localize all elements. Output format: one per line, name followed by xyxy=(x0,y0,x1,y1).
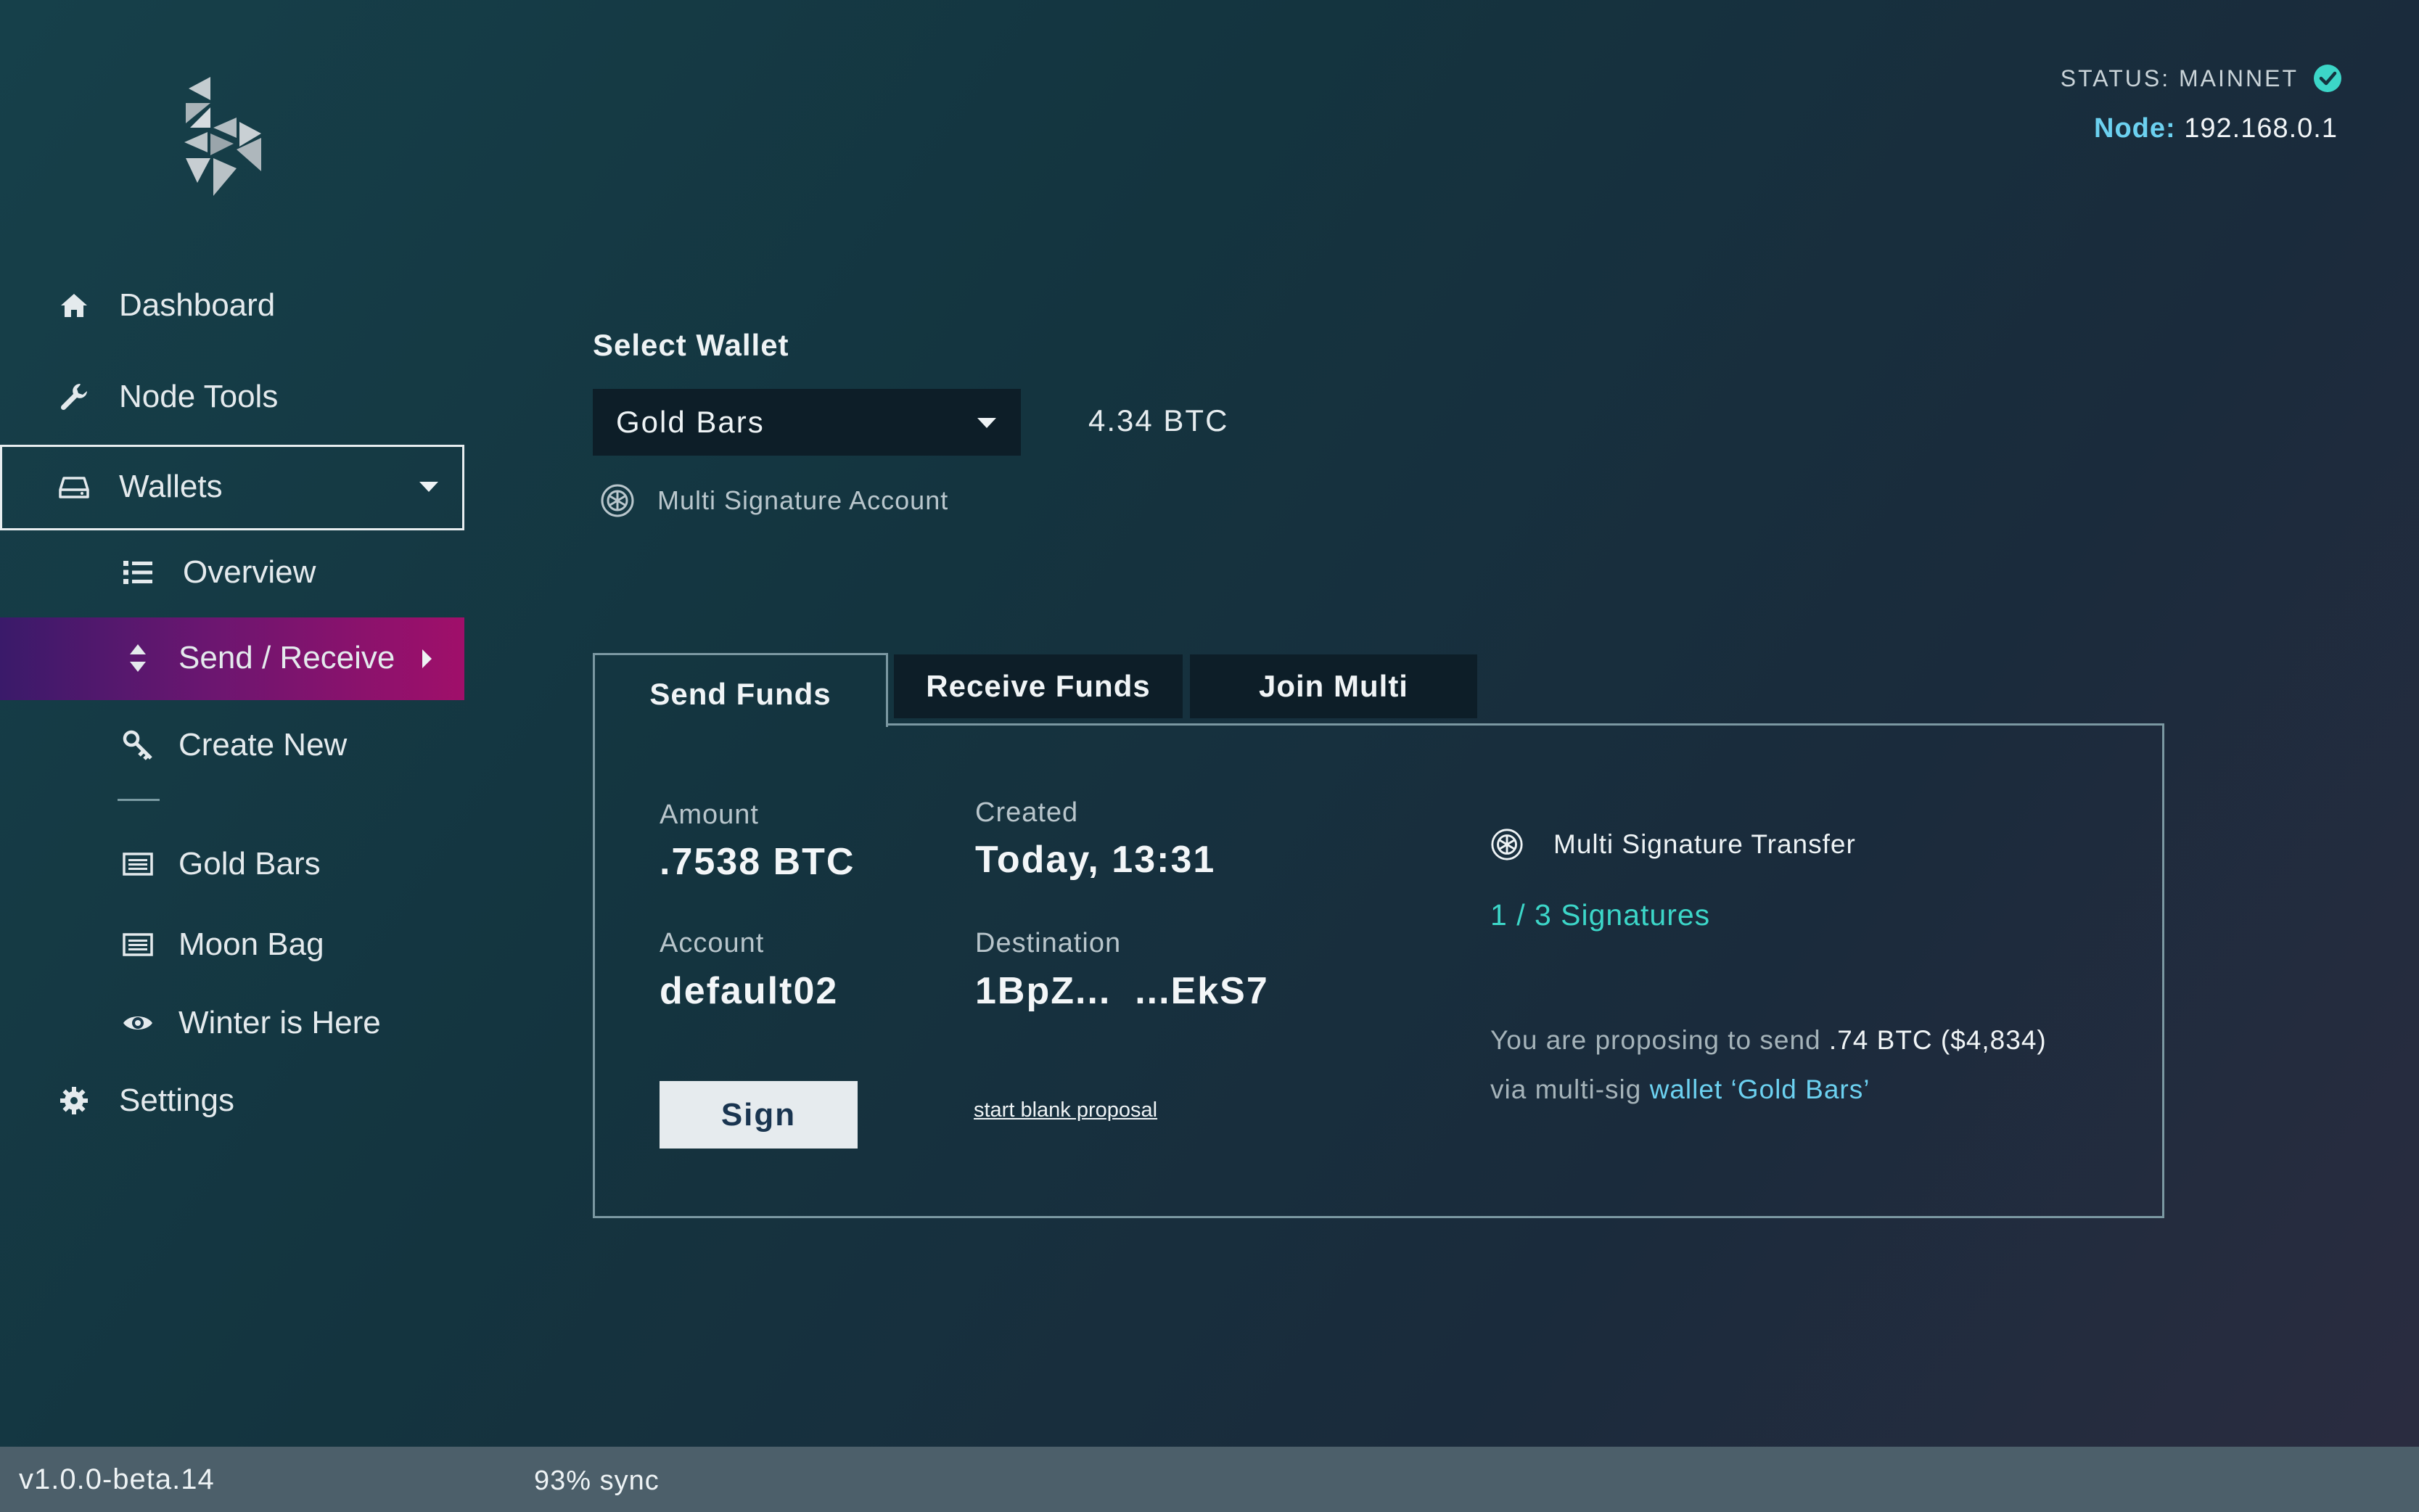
tab-label: Receive Funds xyxy=(926,669,1151,703)
sidebar-item-moon-bag[interactable]: Moon Bag xyxy=(122,926,324,963)
multisig-icon xyxy=(601,484,634,517)
eye-icon xyxy=(122,1007,154,1039)
sidebar-item-create-new[interactable]: Create New xyxy=(122,727,347,763)
sidebar-item-label: Settings xyxy=(119,1082,234,1118)
app-logo xyxy=(181,77,261,196)
proposal-wallet-link[interactable]: wallet ‘Gold Bars’ xyxy=(1650,1075,1870,1104)
network-status: STATUS: MAINNET xyxy=(2061,64,2342,93)
key-icon xyxy=(122,729,154,761)
home-icon xyxy=(58,289,90,321)
node-label: Node: xyxy=(2094,113,2176,144)
sidebar-item-label: Overview xyxy=(183,554,316,590)
destination-label: Destination xyxy=(975,928,1122,958)
list-icon xyxy=(122,556,154,588)
proposal-description: You are proposing to send .74 BTC ($4,83… xyxy=(1490,1016,2129,1114)
tab-label: Join Multi xyxy=(1259,669,1408,703)
panel-top-border xyxy=(888,723,2164,726)
proposal-prefix: You are proposing to send xyxy=(1490,1025,1829,1055)
sidebar-item-node-tools[interactable]: Node Tools xyxy=(58,379,278,415)
destination-value: 1BpZ... ...EkS7 xyxy=(975,970,1269,1012)
chevron-down-icon[interactable] xyxy=(419,482,438,492)
start-blank-proposal-link[interactable]: start blank proposal xyxy=(974,1098,1157,1122)
sidebar-item-gold-bars[interactable]: Gold Bars xyxy=(122,846,321,882)
sidebar-item-label: Moon Bag xyxy=(178,926,324,962)
account-type: Multi Signature Account xyxy=(599,482,948,519)
account-label: Account xyxy=(660,928,765,958)
status-bar xyxy=(0,1447,2419,1512)
select-wallet-label: Select Wallet xyxy=(593,328,789,362)
created-label: Created xyxy=(975,797,1079,828)
wallet-card-icon xyxy=(122,929,154,961)
tab-send-funds[interactable]: Send Funds xyxy=(593,653,888,727)
sidebar-item-label: Winter is Here xyxy=(178,1005,381,1040)
sign-button[interactable]: Sign xyxy=(660,1081,858,1149)
amount-label: Amount xyxy=(660,800,759,830)
sidebar-item-send-receive-row[interactable]: Send / Receive xyxy=(122,640,395,676)
sort-icon xyxy=(122,642,154,674)
check-circle-icon xyxy=(2314,65,2341,92)
sidebar-item-settings[interactable]: Settings xyxy=(58,1082,234,1119)
node-value: 192.168.0.1 xyxy=(2184,113,2338,144)
proposal-via: via multi-sig xyxy=(1490,1075,1650,1104)
signature-count: 1 / 3 Signatures xyxy=(1490,898,1711,932)
account-type-label: Multi Signature Account xyxy=(657,485,949,515)
multisig-transfer-heading: Multi Signature Transfer xyxy=(1490,827,1856,862)
sidebar-item-winter-is-here[interactable]: Winter is Here xyxy=(122,1005,381,1041)
amount-value: .7538 BTC xyxy=(660,841,855,883)
drive-icon xyxy=(58,471,90,503)
tab-label: Send Funds xyxy=(649,676,831,711)
wrench-icon xyxy=(58,381,90,413)
sidebar-item-wallets-row[interactable]: Wallets xyxy=(58,469,223,505)
gear-icon xyxy=(58,1085,90,1117)
tab-join-multi[interactable]: Join Multi xyxy=(1190,654,1477,718)
proposal-amount: .74 BTC ($4,834) xyxy=(1828,1025,2047,1055)
app-version: v1.0.0-beta.14 xyxy=(19,1463,215,1495)
sidebar-item-label: Send / Receive xyxy=(178,640,395,675)
sidebar-item-dashboard[interactable]: Dashboard xyxy=(58,287,275,324)
multisig-icon xyxy=(1491,829,1523,860)
account-value: default02 xyxy=(660,970,839,1012)
sidebar-item-label: Wallets xyxy=(119,469,223,504)
node-address: Node: 192.168.0.1 xyxy=(2094,113,2338,144)
wallet-dropdown-value: Gold Bars xyxy=(616,405,765,439)
sidebar-item-label: Dashboard xyxy=(119,287,276,323)
chevron-right-icon xyxy=(422,649,432,668)
chevron-down-icon xyxy=(977,418,996,428)
wallet-card-icon xyxy=(122,848,154,880)
tab-receive-funds[interactable]: Receive Funds xyxy=(894,654,1183,718)
sidebar-divider xyxy=(118,799,160,801)
sidebar-item-label: Node Tools xyxy=(119,379,279,414)
status-label: STATUS: MAINNET xyxy=(2060,65,2299,91)
sidebar-item-label: Gold Bars xyxy=(178,846,321,882)
sync-status: 93% sync xyxy=(534,1466,660,1496)
sidebar-item-label: Create New xyxy=(178,727,348,763)
wallet-balance: 4.34 BTC xyxy=(1088,403,1229,437)
sidebar-item-overview[interactable]: Overview xyxy=(122,554,316,591)
wallet-dropdown[interactable]: Gold Bars xyxy=(593,389,1021,456)
multisig-transfer-title: Multi Signature Transfer xyxy=(1553,829,1856,859)
created-value: Today, 13:31 xyxy=(975,839,1216,881)
